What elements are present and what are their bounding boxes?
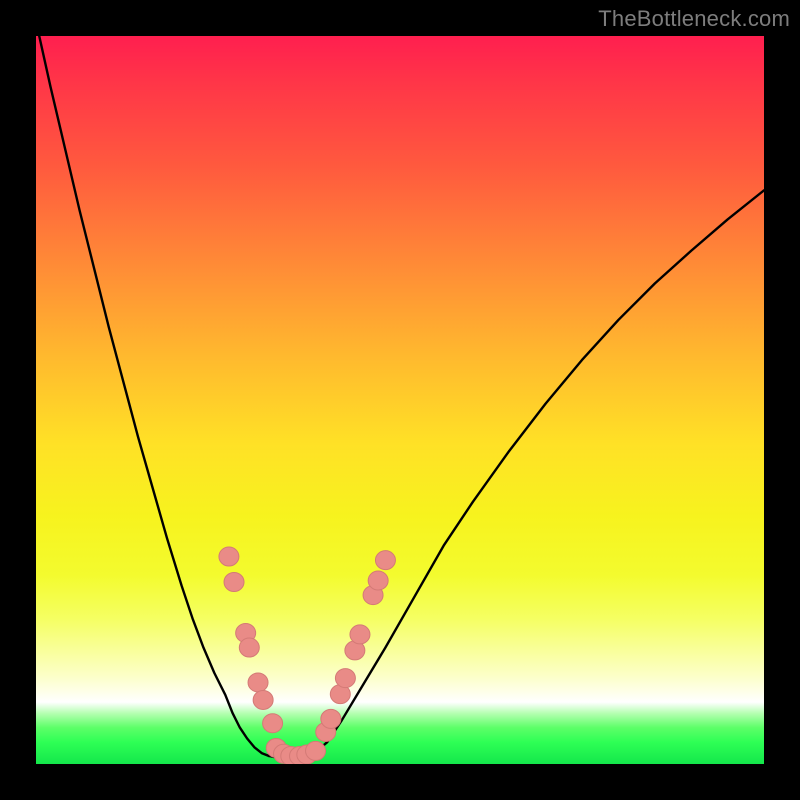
watermark-text: TheBottleneck.com [598, 6, 790, 32]
chart-frame: TheBottleneck.com [0, 0, 800, 800]
heat-gradient-background [36, 36, 764, 764]
plot-area [36, 36, 764, 764]
